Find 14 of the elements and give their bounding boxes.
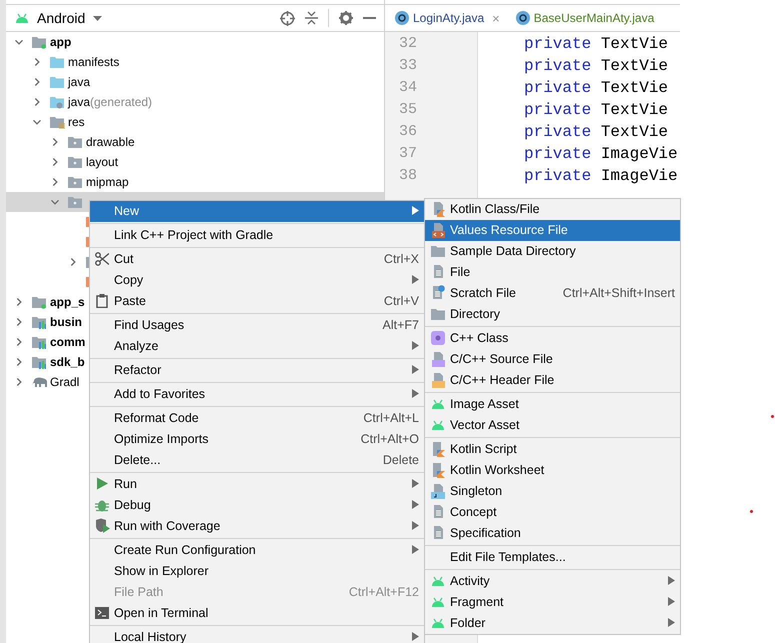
line-number: 34 (398, 79, 417, 96)
code-line: private TextVie (524, 122, 668, 143)
line-number: 36 (398, 123, 417, 140)
line-number: 38 (398, 167, 417, 184)
code-line: private TextVie (524, 100, 668, 121)
line-number: 37 (398, 145, 417, 162)
code-line: private TextVie (524, 78, 668, 99)
line-number: 33 (398, 57, 417, 74)
code-line: private TextVie (524, 56, 668, 77)
code-line: private ImageVie (524, 144, 678, 165)
line-number: 32 (398, 35, 417, 52)
code-line: private ImageVie (524, 166, 678, 187)
line-number: 35 (398, 101, 417, 118)
code-line: private TextVie (524, 34, 668, 55)
